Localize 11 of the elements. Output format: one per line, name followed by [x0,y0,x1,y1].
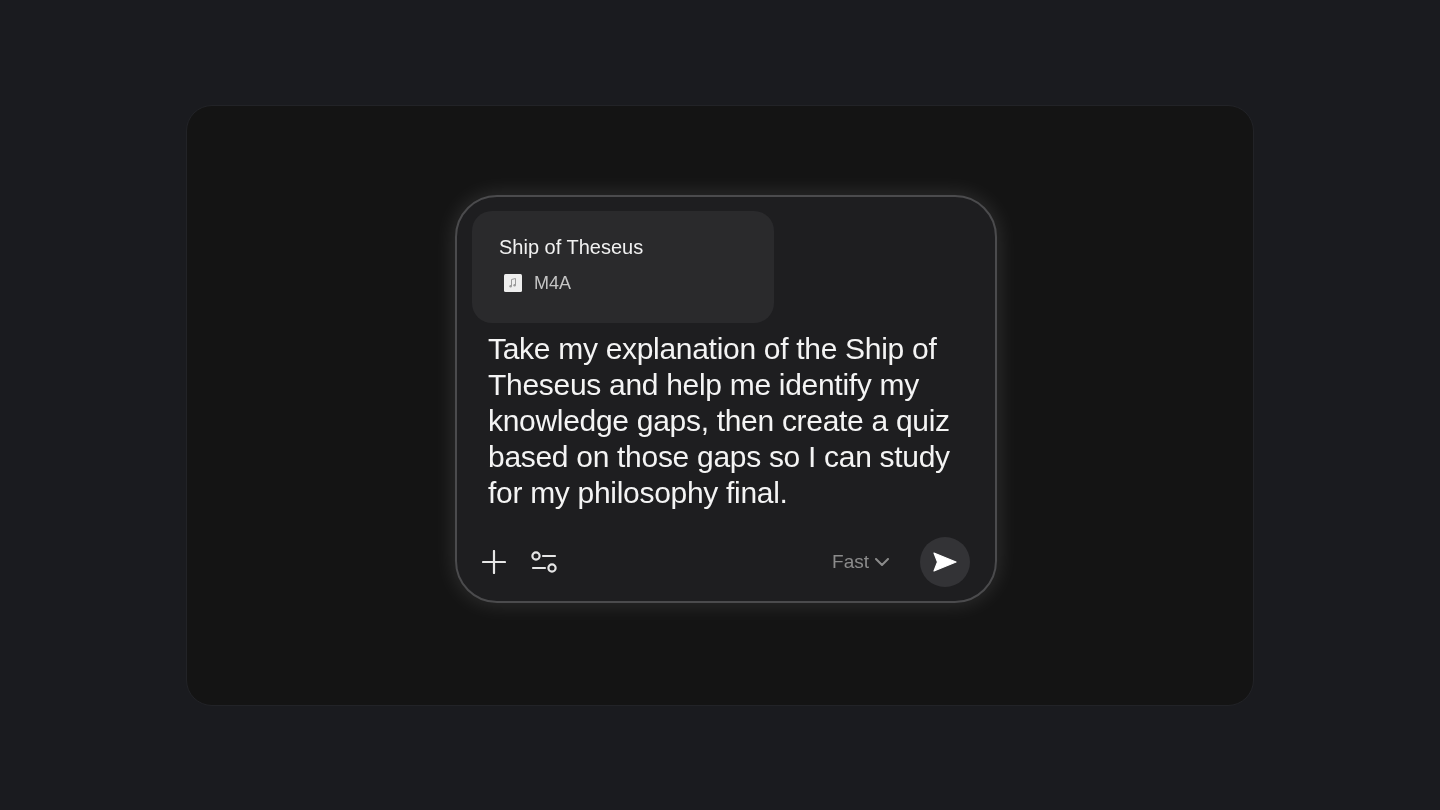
send-button[interactable] [920,537,970,587]
mode-dropdown[interactable]: Fast [832,550,889,574]
prompt-input[interactable]: Take my explanation of the Ship of Theseus and help me identify my knowledge gaps, then create a quiz based on those gaps so I can study for my philosophy final. [488,331,950,511]
attachment-title: Ship of Theseus [499,235,644,259]
music-file-icon [504,274,522,292]
chevron-down-icon [875,558,889,566]
sliders-icon [531,551,557,573]
attachment-chip[interactable]: Ship of Theseus M4A [472,211,774,323]
send-icon [933,552,957,572]
plus-icon [482,550,506,574]
file-type-label: M4A [534,272,571,294]
